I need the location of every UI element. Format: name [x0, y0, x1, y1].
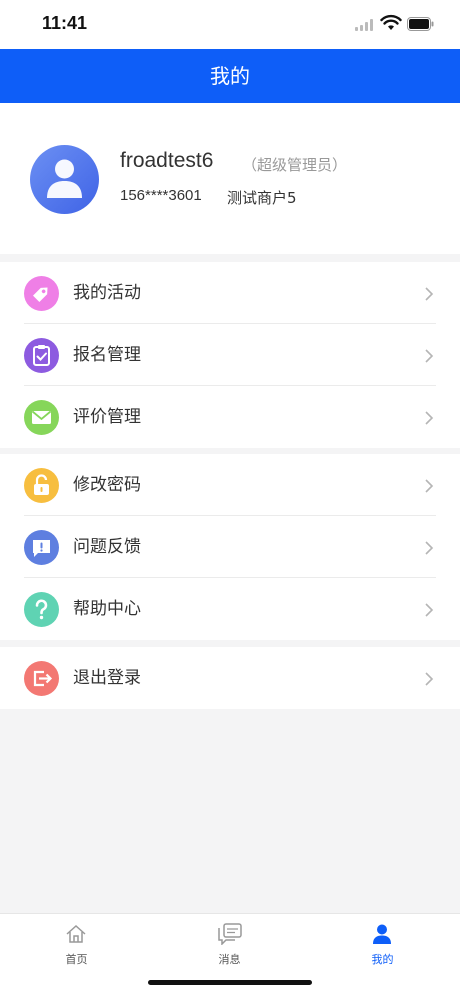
- tab-label: 消息: [218, 953, 241, 966]
- clipboard-check-icon: [24, 338, 59, 373]
- menu-item-logout[interactable]: 退出登录: [0, 647, 460, 709]
- chevron-right-icon: [425, 541, 434, 555]
- home-icon: [66, 924, 86, 943]
- chevron-right-icon: [425, 479, 434, 493]
- logout-icon: [24, 661, 59, 696]
- merchant-name: 测试商户5: [227, 189, 297, 207]
- tab-messages[interactable]: 消息: [153, 914, 306, 974]
- menu-item-reviews[interactable]: 评价管理: [0, 386, 460, 448]
- menu-group-activities: 我的活动 报名管理 评价管理: [0, 262, 460, 448]
- wifi-icon: [380, 14, 402, 30]
- menu-group-logout: 退出登录: [0, 647, 460, 709]
- avatar[interactable]: [30, 145, 99, 214]
- home-indicator: [148, 980, 312, 985]
- chevron-right-icon: [425, 411, 434, 425]
- profile-card[interactable]: froadtest6 （超级管理员） 156****3601 测试商户5: [0, 103, 460, 254]
- signal-icon: [355, 19, 373, 31]
- username: froadtest6: [120, 149, 214, 172]
- status-time: 11:41: [42, 13, 88, 33]
- status-bar: 11:41: [0, 0, 460, 49]
- user-role: （超级管理员）: [242, 156, 348, 174]
- menu-item-label: 我的活动: [73, 283, 141, 303]
- menu-item-registration[interactable]: 报名管理: [0, 324, 460, 386]
- menu-item-change-password[interactable]: 修改密码: [0, 454, 460, 516]
- user-phone: 156****3601: [120, 187, 202, 204]
- tab-label: 首页: [65, 953, 88, 966]
- menu-item-label: 帮助中心: [73, 599, 141, 619]
- battery-icon: [407, 17, 434, 31]
- tab-home[interactable]: 首页: [0, 914, 153, 974]
- feedback-icon: [24, 530, 59, 565]
- menu-item-label: 修改密码: [73, 475, 141, 495]
- chevron-right-icon: [425, 603, 434, 617]
- menu-item-my-activities[interactable]: 我的活动: [0, 262, 460, 324]
- tab-label: 我的: [371, 953, 394, 966]
- menu-item-label: 问题反馈: [73, 537, 141, 557]
- lock-icon: [24, 468, 59, 503]
- envelope-icon: [24, 400, 59, 435]
- user-icon: [373, 924, 391, 944]
- tag-icon: [24, 276, 59, 311]
- chevron-right-icon: [425, 672, 434, 686]
- page-title: 我的: [210, 64, 250, 88]
- message-icon: [218, 923, 242, 945]
- chevron-right-icon: [425, 349, 434, 363]
- user-avatar-icon: [47, 159, 82, 198]
- question-icon: [24, 592, 59, 627]
- nav-bar: 我的: [0, 49, 460, 103]
- menu-group-settings: 修改密码 问题反馈 帮助中心: [0, 454, 460, 640]
- menu-item-label: 退出登录: [73, 668, 141, 688]
- tab-profile[interactable]: 我的: [306, 914, 459, 974]
- menu-item-help-center[interactable]: 帮助中心: [0, 578, 460, 640]
- menu-item-feedback[interactable]: 问题反馈: [0, 516, 460, 578]
- menu-item-label: 评价管理: [73, 407, 141, 427]
- chevron-right-icon: [425, 287, 434, 301]
- menu-item-label: 报名管理: [73, 345, 141, 365]
